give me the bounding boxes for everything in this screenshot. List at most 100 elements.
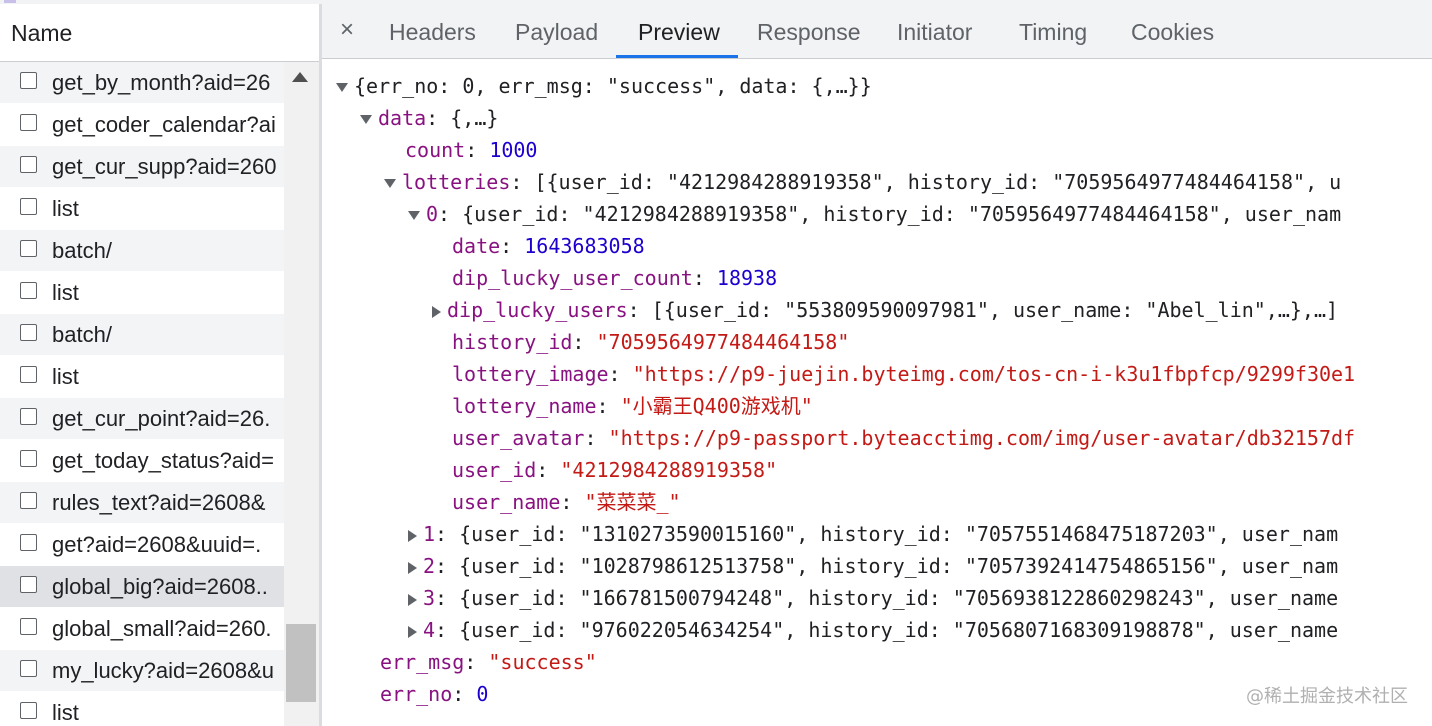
request-row[interactable]: global_big?aid=2608.. [0,566,284,608]
tree-item-line[interactable]: 3: {user_id: "166781500794248", history_… [408,584,1338,612]
request-row[interactable]: my_lucky?aid=2608&u [0,650,284,692]
request-checkbox[interactable] [20,660,37,677]
request-row[interactable]: get_coder_calendar?ai [0,104,284,146]
tree-item-line[interactable]: 4: {user_id: "976022054634254", history_… [408,616,1338,644]
request-row[interactable]: get_today_status?aid= [0,440,284,482]
field-value: "https://p9-juejin.byteimg.com/tos-cn-i-… [632,362,1356,386]
request-row[interactable]: get_cur_supp?aid=260 [0,146,284,188]
request-checkbox[interactable] [20,408,37,425]
expand-right-icon[interactable] [408,529,417,542]
err-msg-key: err_msg [380,650,465,674]
request-checkbox[interactable] [20,198,37,215]
expand-right-icon[interactable] [408,561,417,574]
tab-headers[interactable]: Headers [389,19,476,46]
field-line-history-id: history_id: "7059564977484464158" [452,330,850,354]
tab-timing[interactable]: Timing [1019,19,1087,46]
name-column-header[interactable]: Name [0,4,319,62]
request-row[interactable]: batch/ [0,230,284,272]
item-summary: : {user_id: "166781500794248", history_i… [435,586,1339,610]
request-row[interactable]: list [0,356,284,398]
tree-root-line[interactable]: {err_no: 0, err_msg: "success", data: {,… [336,72,872,100]
field-key: user_avatar [452,426,585,450]
active-tab-indicator [616,55,738,58]
request-checkbox[interactable] [20,366,37,383]
field-line-dip-lucky-user-count: dip_lucky_user_count: 18938 [452,266,778,290]
request-list-scrollbar[interactable] [284,62,319,726]
request-checkbox[interactable] [20,72,37,89]
request-row[interactable]: get?aid=2608&uuid=. [0,524,284,566]
name-column-label: Name [11,20,73,46]
field-key: dip_lucky_users [447,298,628,322]
expand-down-icon[interactable] [360,115,372,124]
field-key: user_name [452,490,561,514]
field-key: history_id [452,330,573,354]
expand-down-icon[interactable] [384,179,396,188]
tree-item-line[interactable]: 2: {user_id: "1028798612513758", history… [408,552,1338,580]
request-row[interactable]: get_cur_point?aid=26. [0,398,284,440]
tab-response[interactable]: Response [757,19,861,46]
request-checkbox[interactable] [20,576,37,593]
field-key: user_id [452,458,537,482]
request-checkbox[interactable] [20,156,37,173]
field-value: "https://p9-passport.byteacctimg.com/img… [608,426,1356,450]
expand-down-icon[interactable] [336,83,348,92]
request-name: get_coder_calendar?ai [52,112,276,137]
request-checkbox[interactable] [20,450,37,467]
request-name: get_today_status?aid= [52,448,275,473]
top-strip-mark [4,0,16,3]
request-checkbox[interactable] [20,618,37,635]
item-summary: : {user_id: "976022054634254", history_i… [435,618,1339,642]
request-row[interactable]: list [0,692,284,726]
request-checkbox[interactable] [20,114,37,131]
tab-payload[interactable]: Payload [515,19,598,46]
field-line-dip-lucky-users[interactable]: dip_lucky_users: [{user_id: "55380959009… [432,296,1338,324]
close-icon[interactable]: × [340,16,354,44]
request-name: batch/ [52,238,112,263]
request-name: list [52,364,79,389]
tab-preview[interactable]: Preview [638,19,720,46]
count-key: count [405,138,466,162]
request-row[interactable]: get_by_month?aid=26 [0,62,284,104]
request-row[interactable]: global_small?aid=260. [0,608,284,650]
expand-down-icon[interactable] [408,211,420,220]
tree-data-line[interactable]: data: {,…} [360,104,498,132]
item-key: 3 [423,586,436,610]
request-row[interactable]: list [0,188,284,230]
item-0-key: 0 [426,202,439,226]
request-row[interactable]: batch/ [0,314,284,356]
request-name: get_cur_supp?aid=260 [52,154,277,179]
expand-right-icon[interactable] [408,625,417,638]
tab-initiator[interactable]: Initiator [897,19,972,46]
field-line-user-id: user_id: "4212984288919358" [452,458,778,482]
request-checkbox[interactable] [20,492,37,509]
tab-cookies[interactable]: Cookies [1131,19,1214,46]
expand-right-icon[interactable] [432,305,441,318]
request-checkbox[interactable] [20,534,37,551]
field-line-lottery-image: lottery_image: "https://p9-juejin.byteim… [452,362,1356,386]
field-line-lottery-name: lottery_name: "小霸王Q400游戏机" [452,394,813,418]
field-key: lottery_name [452,394,597,418]
request-checkbox[interactable] [20,240,37,257]
tree-item-0-line[interactable]: 0: {user_id: "4212984288919358", history… [408,200,1341,228]
request-checkbox[interactable] [20,702,37,719]
field-value: 1643683058 [524,234,645,258]
request-row[interactable]: list [0,272,284,314]
err-msg-value: "success" [488,650,597,674]
scroll-up-arrow-icon[interactable] [292,72,308,82]
scrollbar-thumb[interactable] [286,624,316,702]
request-name: global_small?aid=260. [52,616,272,641]
field-value: "4212984288919358" [560,458,778,482]
expand-right-icon[interactable] [408,593,417,606]
request-checkbox[interactable] [20,282,37,299]
item-summary: : {user_id: "1028798612513758", history_… [435,554,1339,578]
tree-item-line[interactable]: 1: {user_id: "1310273590015160", history… [408,520,1338,548]
err-no-key: err_no [380,682,453,706]
request-checkbox[interactable] [20,324,37,341]
request-row[interactable]: rules_text?aid=2608& [0,482,284,524]
item-0-summary: : {user_id: "4212984288919358", history_… [438,202,1342,226]
tree-err-no-line: err_no: 0 [380,682,489,706]
field-key: date [452,234,501,258]
tree-lotteries-line[interactable]: lotteries: [{user_id: "4212984288919358"… [384,168,1341,196]
item-summary: : {user_id: "1310273590015160", history_… [435,522,1339,546]
item-key: 1 [423,522,436,546]
